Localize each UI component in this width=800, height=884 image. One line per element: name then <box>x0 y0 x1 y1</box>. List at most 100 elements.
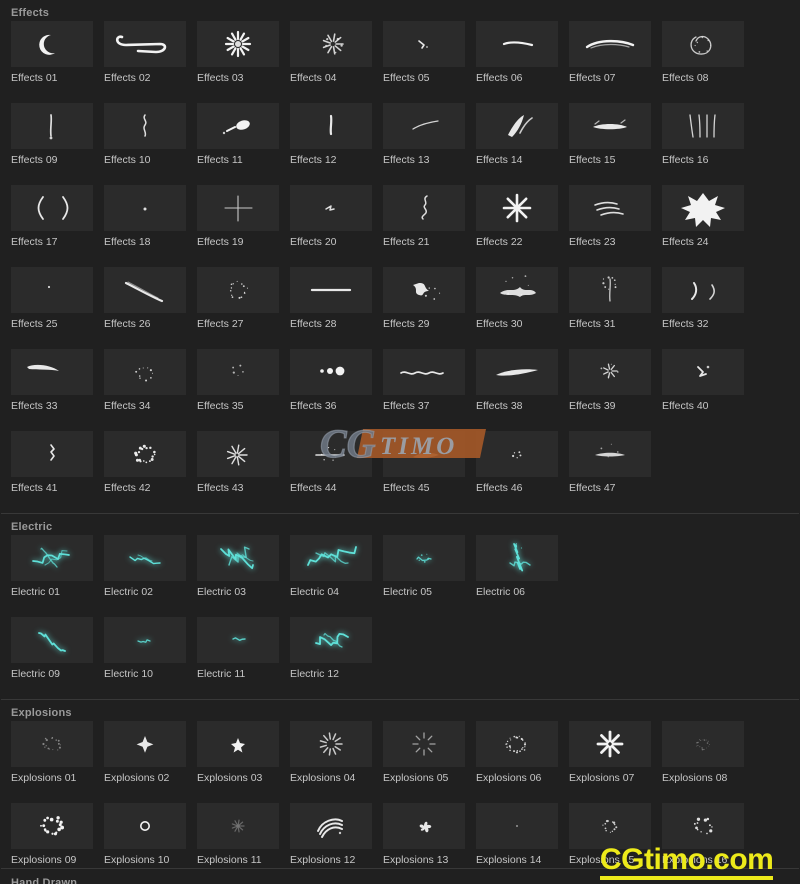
asset-thumbnail-ring-faint-small-icon[interactable] <box>662 721 744 767</box>
asset-tile[interactable]: Explosions 04 <box>290 721 383 803</box>
asset-thumbnail-twin-streaks-icon[interactable] <box>476 103 558 149</box>
asset-thumbnail-hairline-diag-icon[interactable] <box>383 103 465 149</box>
asset-tile[interactable]: Effects 30 <box>476 267 569 349</box>
asset-tile[interactable]: Effects 24 <box>662 185 755 267</box>
asset-thumbnail-swoosh-loop-icon[interactable] <box>104 21 186 67</box>
asset-thumbnail-wave-line-icon[interactable] <box>383 349 465 395</box>
asset-thumbnail-bolt-spark-icon[interactable] <box>104 617 186 663</box>
asset-tile[interactable]: Effects 32 <box>662 267 755 349</box>
asset-tile[interactable]: Electric 01 <box>11 535 104 617</box>
asset-tile[interactable]: Effects 12 <box>290 103 383 185</box>
asset-thumbnail-ring-dense-icon[interactable] <box>476 721 558 767</box>
asset-thumbnail-comic-flash-icon[interactable] <box>662 185 744 231</box>
asset-tile[interactable]: Explosions 02 <box>104 721 197 803</box>
asset-tile[interactable]: Effects 04 <box>290 21 383 103</box>
asset-tile[interactable]: Effects 42 <box>104 431 197 513</box>
asset-tile[interactable]: Effects 22 <box>476 185 569 267</box>
asset-thumbnail-specks-pair-icon[interactable] <box>476 431 558 477</box>
asset-tile[interactable]: Effects 41 <box>11 431 104 513</box>
asset-tile[interactable]: Effects 34 <box>104 349 197 431</box>
asset-tile[interactable]: Effects 36 <box>290 349 383 431</box>
asset-thumbnail-spark-column-icon[interactable] <box>11 431 93 477</box>
asset-thumbnail-dot-cluster-icon[interactable] <box>104 431 186 477</box>
asset-thumbnail-dash-row-icon[interactable] <box>290 431 372 477</box>
asset-tile[interactable]: Effects 09 <box>11 103 104 185</box>
asset-tile[interactable]: Effects 05 <box>383 21 476 103</box>
asset-thumbnail-ring-dots-loose-icon[interactable] <box>662 803 744 849</box>
asset-tile[interactable]: Electric 09 <box>11 617 104 699</box>
asset-thumbnail-bolt-tiny-icon[interactable] <box>383 535 465 581</box>
asset-tile[interactable]: Effects 11 <box>197 103 290 185</box>
asset-tile[interactable]: Explosions 03 <box>197 721 290 803</box>
asset-tile[interactable]: Electric 03 <box>197 535 290 617</box>
asset-tile[interactable]: Explosions 07 <box>569 721 662 803</box>
asset-thumbnail-burst-spikes-icon[interactable] <box>197 21 279 67</box>
asset-thumbnail-flat-splash-icon[interactable] <box>569 103 651 149</box>
asset-tile[interactable]: Effects 26 <box>104 267 197 349</box>
asset-tile[interactable]: Effects 23 <box>569 185 662 267</box>
asset-thumbnail-dot-micro-icon[interactable] <box>476 803 558 849</box>
asset-thumbnail-three-dots-icon[interactable] <box>290 349 372 395</box>
asset-thumbnail-arc-pair-icon[interactable] <box>662 267 744 313</box>
asset-thumbnail-parentheses-icon[interactable] <box>11 185 93 231</box>
asset-tile[interactable]: Explosions 08 <box>662 721 755 803</box>
asset-tile[interactable]: Effects 33 <box>11 349 104 431</box>
asset-tile[interactable]: Effects 29 <box>383 267 476 349</box>
asset-tile[interactable]: Effects 10 <box>104 103 197 185</box>
asset-thumbnail-scribble-ring-icon[interactable] <box>662 21 744 67</box>
asset-tile[interactable]: Electric 02 <box>104 535 197 617</box>
asset-thumbnail-check-small-icon[interactable] <box>290 185 372 231</box>
asset-tile[interactable]: Effects 39 <box>569 349 662 431</box>
asset-thumbnail-burst-small-icon[interactable] <box>290 21 372 67</box>
asset-tile[interactable]: Explosions 06 <box>476 721 569 803</box>
asset-tile[interactable]: Effects 14 <box>476 103 569 185</box>
asset-tile[interactable]: Electric 11 <box>197 617 290 699</box>
asset-tile[interactable]: Effects 17 <box>11 185 104 267</box>
asset-tile[interactable]: Effects 28 <box>290 267 383 349</box>
asset-tile[interactable]: Effects 38 <box>476 349 569 431</box>
asset-thumbnail-star-burst-icon[interactable] <box>476 185 558 231</box>
asset-tile[interactable]: Effects 43 <box>197 431 290 513</box>
asset-thumbnail-spark-pair-icon[interactable] <box>662 349 744 395</box>
asset-tile[interactable]: Effects 20 <box>290 185 383 267</box>
asset-tile[interactable]: Effects 37 <box>383 349 476 431</box>
asset-thumbnail-radial-rays-icon[interactable] <box>569 721 651 767</box>
asset-thumbnail-splatter-left-icon[interactable] <box>383 267 465 313</box>
asset-tile[interactable]: Electric 05 <box>383 535 476 617</box>
asset-thumbnail-asterisk-faint-icon[interactable] <box>197 803 279 849</box>
asset-tile[interactable]: Effects 46 <box>476 431 569 513</box>
asset-tile[interactable]: Electric 04 <box>290 535 383 617</box>
asset-tile[interactable]: Electric 12 <box>290 617 383 699</box>
asset-thumbnail-speed-lines-icon[interactable] <box>569 185 651 231</box>
asset-thumbnail-specks-column-icon[interactable] <box>104 349 186 395</box>
asset-thumbnail-fan-lines-icon[interactable] <box>197 431 279 477</box>
asset-thumbnail-dot-tiny-icon[interactable] <box>11 267 93 313</box>
asset-thumbnail-ring-dots-faint-icon[interactable] <box>11 721 93 767</box>
asset-thumbnail-streak-long-icon[interactable] <box>569 21 651 67</box>
asset-thumbnail-bolt-long-icon[interactable] <box>290 535 372 581</box>
asset-tile[interactable]: Electric 06 <box>476 535 569 617</box>
asset-thumbnail-brush-stroke-icon[interactable] <box>476 349 558 395</box>
asset-tile[interactable]: Effects 01 <box>11 21 104 103</box>
asset-thumbnail-smudge-wide-icon[interactable] <box>569 431 651 477</box>
asset-thumbnail-swoop-tail-icon[interactable] <box>11 349 93 395</box>
asset-tile[interactable]: Effects 45 <box>383 431 476 513</box>
asset-tile[interactable]: Effects 13 <box>383 103 476 185</box>
asset-tile[interactable]: Effects 19 <box>197 185 290 267</box>
asset-tile[interactable]: Effects 47 <box>569 431 662 513</box>
asset-thumbnail-bolt-dot-icon[interactable] <box>197 617 279 663</box>
asset-thumbnail-splatter-wide-icon[interactable] <box>476 267 558 313</box>
asset-thumbnail-squiggle-vertical-icon[interactable] <box>104 103 186 149</box>
asset-tile[interactable]: Effects 16 <box>662 103 755 185</box>
asset-thumbnail-burst-dashes-icon[interactable] <box>290 721 372 767</box>
asset-tile[interactable]: Effects 31 <box>569 267 662 349</box>
asset-tile[interactable]: Effects 44 <box>290 431 383 513</box>
asset-thumbnail-blob-dash-icon[interactable] <box>197 103 279 149</box>
asset-thumbnail-star-solid-icon[interactable] <box>197 721 279 767</box>
asset-thumbnail-zigzag-vertical-icon[interactable] <box>383 185 465 231</box>
asset-thumbnail-arc-sweep-icon[interactable] <box>104 267 186 313</box>
asset-thumbnail-ring-dots-mid-icon[interactable] <box>569 803 651 849</box>
asset-thumbnail-four-lines-icon[interactable] <box>662 103 744 149</box>
asset-thumbnail-spark-small-icon[interactable] <box>569 349 651 395</box>
asset-tile[interactable]: Electric 10 <box>104 617 197 699</box>
